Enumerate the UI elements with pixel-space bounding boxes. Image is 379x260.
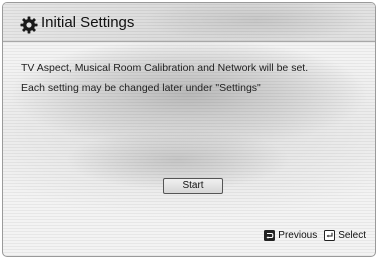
message-line-2: Each setting may be changed later under … — [21, 82, 261, 94]
previous-hint[interactable]: Previous — [264, 229, 318, 241]
initial-settings-screen: Initial Settings TV Aspect, Musical Room… — [2, 2, 376, 257]
previous-label: Previous — [278, 229, 318, 241]
info-message: TV Aspect, Musical Room Calibration and … — [21, 58, 308, 98]
footer-hints: Previous Select — [257, 228, 366, 242]
enter-icon — [324, 229, 336, 241]
start-button[interactable]: Start — [163, 178, 223, 194]
title-bar: Initial Settings — [3, 3, 375, 42]
return-icon — [264, 229, 276, 241]
page-title: Initial Settings — [41, 14, 135, 31]
select-hint[interactable]: Select — [324, 229, 366, 241]
message-line-1: TV Aspect, Musical Room Calibration and … — [21, 62, 309, 74]
gear-icon — [20, 16, 38, 34]
select-label: Select — [338, 229, 366, 241]
